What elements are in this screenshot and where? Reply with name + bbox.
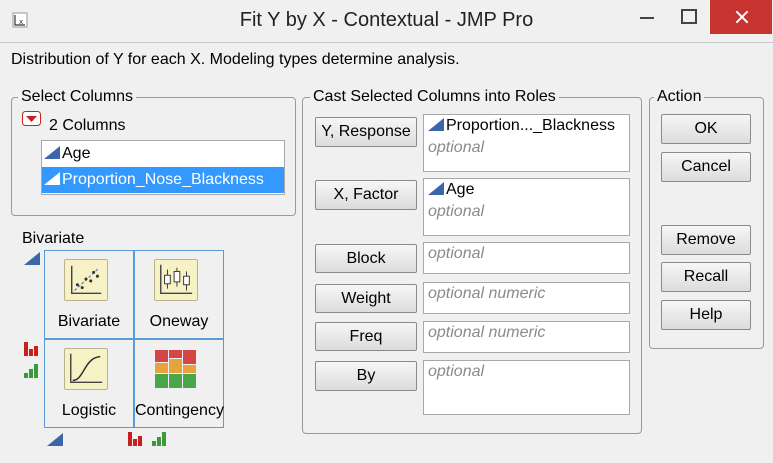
column-name: Proportion_Nose_Blackness [62,171,264,188]
y-response-value: Proportion..._Blackness [446,117,615,134]
oneway-icon [154,259,198,301]
continuous-icon [44,146,60,159]
bivariate-panel-title: Bivariate [22,230,85,247]
maximize-button[interactable] [668,0,708,34]
y-response-placeholder: optional [428,139,485,156]
dialog-description: Distribution of Y for each X. Modeling t… [11,51,460,68]
logistic-label: Logistic [61,402,117,419]
recall-button[interactable]: Recall [661,262,751,292]
bivariate-label: Bivariate [57,313,121,330]
cast-roles-title: Cast Selected Columns into Roles [310,88,559,106]
logistic-cell[interactable]: Logistic [44,339,134,428]
y-response-field[interactable]: Proportion..._Blackness optional [423,114,630,172]
bivariate-cell[interactable]: Bivariate [44,250,134,339]
minimize-button[interactable] [628,0,668,34]
block-button[interactable]: Block [315,244,417,273]
y-nominal-icon [24,342,38,356]
block-placeholder: optional [428,245,485,262]
action-title: Action [654,88,705,106]
remove-button[interactable]: Remove [661,225,751,255]
column-list[interactable]: Age Proportion_Nose_Blackness [41,140,285,195]
weight-field[interactable]: optional numeric [423,282,630,314]
x-factor-value: Age [446,181,475,198]
x-continuous-icon [47,433,63,446]
y-response-button[interactable]: Y, Response [315,117,417,147]
contingency-cell[interactable]: Contingency [134,339,224,428]
weight-button[interactable]: Weight [315,284,417,313]
freq-button[interactable]: Freq [315,322,417,351]
contingency-label: Contingency [135,402,224,419]
contingency-icon [155,350,196,388]
x-nominal-icon [128,432,142,446]
freq-placeholder: optional numeric [428,324,546,341]
ok-button[interactable]: OK [661,114,751,144]
title-divider [0,42,773,43]
y-continuous-icon [24,252,40,265]
x-factor-field[interactable]: Age optional [423,178,630,236]
oneway-cell[interactable]: Oneway [134,250,224,339]
column-name: Age [62,145,91,162]
logistic-icon [64,348,108,390]
x-factor-button[interactable]: X, Factor [315,180,417,210]
column-list-item-age[interactable]: Age [42,141,284,167]
weight-placeholder: optional numeric [428,285,546,302]
cancel-button[interactable]: Cancel [661,152,751,182]
block-field[interactable]: optional [423,242,630,274]
by-field[interactable]: optional [423,360,630,415]
freq-field[interactable]: optional numeric [423,321,630,353]
help-button[interactable]: Help [661,300,751,330]
oneway-label: Oneway [149,313,209,330]
by-placeholder: optional [428,363,485,380]
close-button[interactable] [710,0,772,34]
red-triangle-menu-icon[interactable] [22,111,41,126]
by-button[interactable]: By [315,361,417,391]
x-ordinal-icon [152,432,166,446]
continuous-icon [428,118,444,131]
x-factor-placeholder: optional [428,203,485,220]
title-bar: x Fit Y by X - Contextual - JMP Pro [0,0,773,42]
y-ordinal-icon [24,364,38,378]
continuous-icon [428,182,444,195]
continuous-icon [44,172,60,185]
column-list-item-proportion-nose-blackness[interactable]: Proportion_Nose_Blackness [42,167,284,193]
bivariate-icon [64,259,108,301]
column-count-label: 2 Columns [49,117,126,134]
select-columns-title: Select Columns [18,88,137,106]
